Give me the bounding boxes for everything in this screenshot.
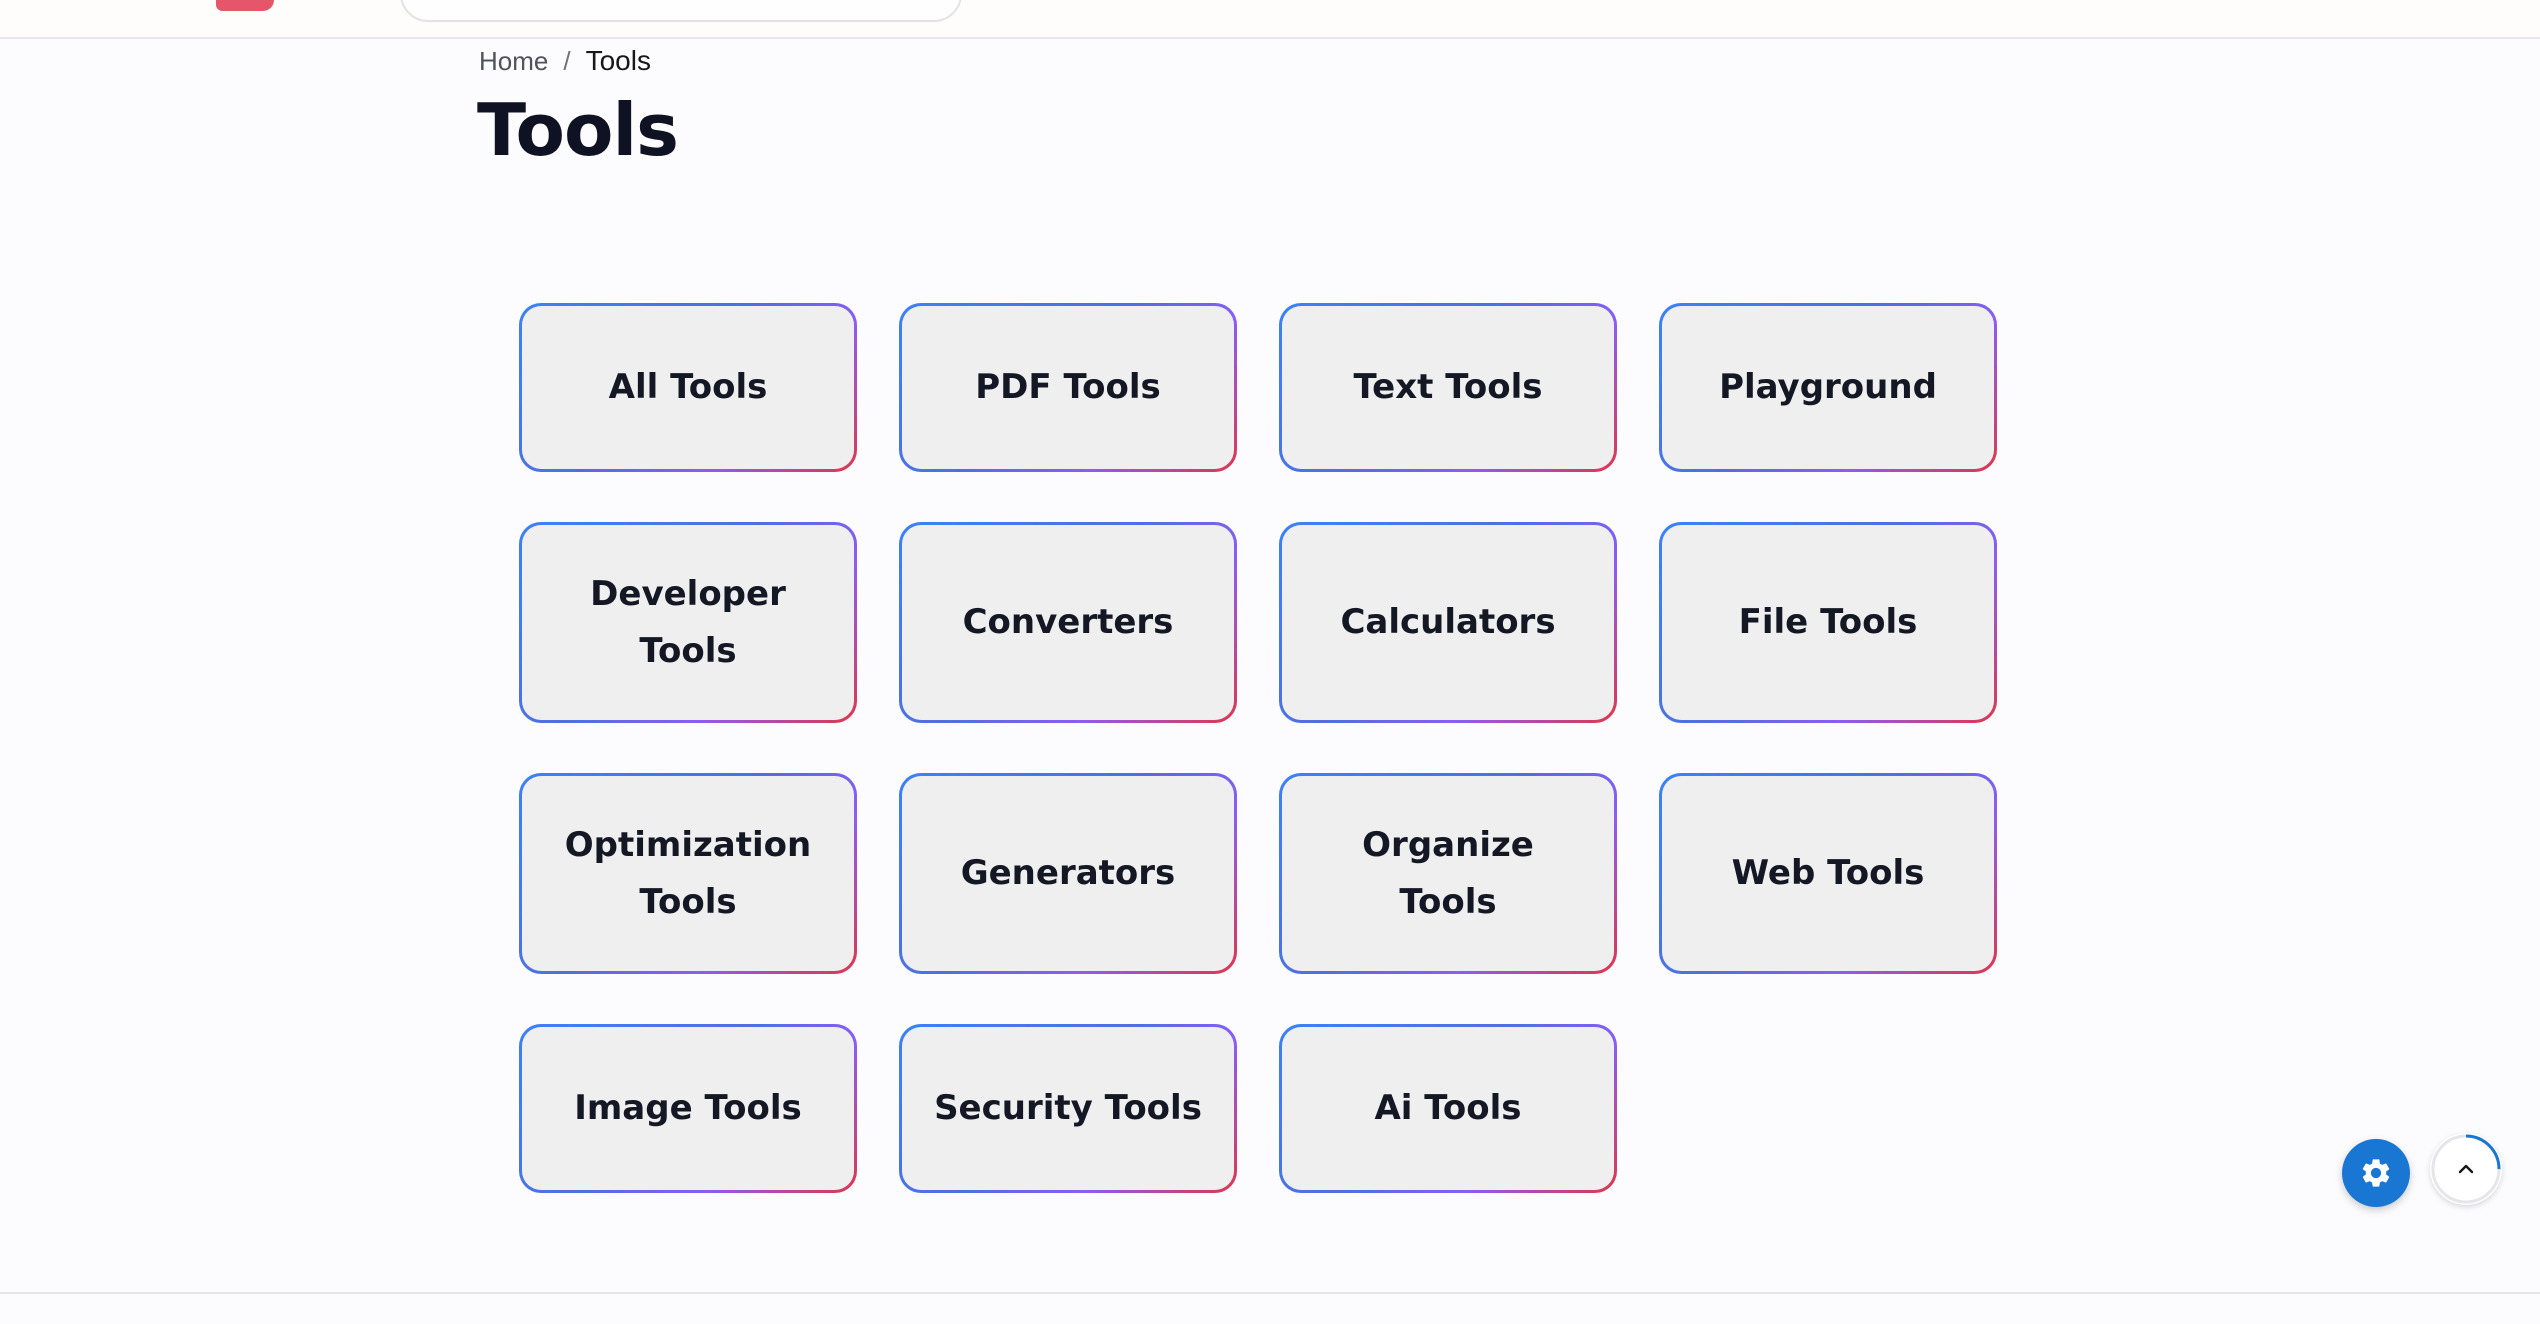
breadcrumb-current: Tools (585, 45, 651, 76)
category-card-text-tools[interactable]: Text Tools (1279, 303, 1617, 472)
category-card-label: Ai Tools (1374, 1088, 1522, 1128)
category-card-label: Organize Tools (1362, 824, 1534, 922)
category-card-label: Security Tools (934, 1088, 1202, 1128)
footer-divider (0, 1292, 2540, 1294)
category-card-converters[interactable]: Converters (899, 522, 1237, 723)
category-card-label: Web Tools (1731, 853, 1925, 893)
scroll-to-top-button[interactable] (2430, 1133, 2502, 1205)
category-card-label: Image Tools (574, 1088, 802, 1128)
site-header (0, 0, 2540, 39)
tool-category-grid: All Tools PDF Tools Text Tools Playgroun… (519, 303, 1999, 1193)
category-card-organize-tools[interactable]: Organize Tools (1279, 773, 1617, 974)
category-card-label: PDF Tools (975, 367, 1161, 407)
scroll-progress-ring (2431, 1134, 2501, 1204)
category-card-label: All Tools (608, 367, 768, 407)
search-input[interactable] (400, 0, 962, 22)
category-card-security-tools[interactable]: Security Tools (899, 1024, 1237, 1193)
site-logo[interactable] (216, 0, 274, 11)
category-card-generators[interactable]: Generators (899, 773, 1237, 974)
category-card-developer-tools[interactable]: Developer Tools (519, 522, 857, 723)
category-card-label: Generators (960, 853, 1176, 893)
category-card-label: Text Tools (1353, 367, 1543, 407)
category-card-pdf-tools[interactable]: PDF Tools (899, 303, 1237, 472)
breadcrumb-separator: / (563, 45, 571, 76)
settings-button[interactable] (2342, 1139, 2410, 1207)
category-card-image-tools[interactable]: Image Tools (519, 1024, 857, 1193)
category-card-label: Calculators (1340, 602, 1556, 642)
breadcrumb-home-link[interactable]: Home (479, 46, 548, 77)
page-title: Tools (477, 88, 679, 172)
category-card-ai-tools[interactable]: Ai Tools (1279, 1024, 1617, 1193)
category-card-label: Playground (1719, 367, 1937, 407)
category-card-playground[interactable]: Playground (1659, 303, 1997, 472)
category-card-label: Converters (962, 602, 1174, 642)
category-card-label: Developer Tools (590, 573, 786, 671)
category-card-label: Optimization Tools (564, 824, 812, 922)
category-card-optimization-tools[interactable]: Optimization Tools (519, 773, 857, 974)
category-card-web-tools[interactable]: Web Tools (1659, 773, 1997, 974)
category-card-file-tools[interactable]: File Tools (1659, 522, 1997, 723)
breadcrumb: Home / Tools (479, 45, 651, 77)
gear-icon (2362, 1159, 2390, 1187)
category-card-calculators[interactable]: Calculators (1279, 522, 1617, 723)
category-card-all-tools[interactable]: All Tools (519, 303, 857, 472)
category-card-label: File Tools (1738, 602, 1918, 642)
